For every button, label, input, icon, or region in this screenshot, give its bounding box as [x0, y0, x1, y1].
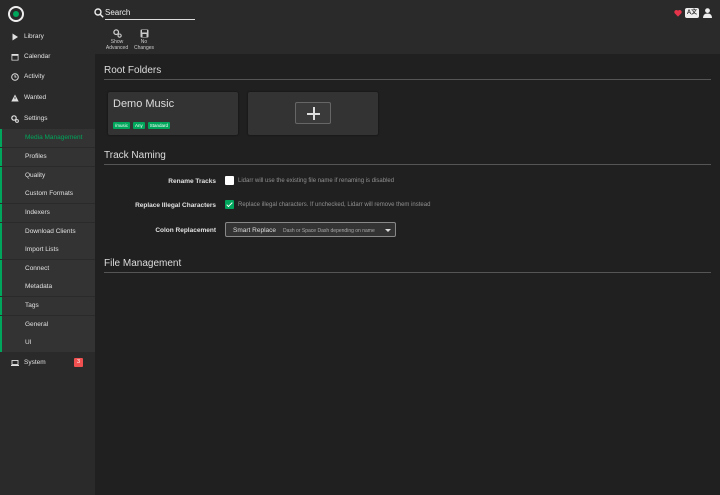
play-icon — [12, 33, 18, 41]
save-icon — [140, 29, 148, 38]
sidebar-item-settings[interactable]: Settings — [0, 109, 95, 129]
show-advanced-button[interactable]: Show Advanced — [102, 29, 132, 53]
language-icon[interactable]: A文 — [685, 8, 699, 18]
sidebar-item-system[interactable]: System 3 — [0, 353, 95, 373]
calendar-icon — [11, 54, 19, 61]
save-button[interactable]: No Changes — [129, 29, 159, 53]
rename-tracks-help: Lidarr will use the existing file name i… — [238, 178, 395, 184]
page-toolbar: Show Advanced No Changes — [95, 27, 720, 54]
colon-replacement-label: Colon Replacement — [155, 227, 216, 234]
sidebar-item-label: System — [24, 359, 46, 366]
status-badge: 3 — [74, 358, 83, 367]
colon-replacement-select[interactable]: Smart Replace Dash or Space Dash dependi… — [225, 222, 396, 237]
sidebar-sub-custom-formats[interactable]: Custom Formats — [0, 185, 95, 203]
root-folder-tags: /music Any Standard — [113, 122, 171, 129]
sidebar-sub-general[interactable]: General — [0, 316, 95, 334]
search-input[interactable] — [105, 5, 195, 20]
add-icon[interactable] — [295, 102, 331, 124]
sidebar-item-activity[interactable]: Activity — [0, 67, 95, 87]
replace-illegal-help: Replace illegal characters. If unchecked… — [238, 202, 431, 208]
sidebar-item-wanted[interactable]: Wanted — [0, 88, 95, 108]
select-hint: Dash or Space Dash depending on name — [283, 227, 375, 234]
sidebar-item-label: Library — [24, 33, 44, 40]
laptop-icon — [11, 360, 19, 366]
tag-path: /music — [113, 122, 131, 129]
track-naming-title: Track Naming — [104, 150, 711, 165]
tag-metadata: Standard — [147, 122, 171, 129]
gear-icon — [11, 115, 19, 123]
sidebar-sub-profiles[interactable]: Profiles — [0, 148, 95, 166]
sidebar-sub-metadata[interactable]: Metadata — [0, 278, 95, 296]
heart-icon[interactable] — [674, 9, 682, 17]
clock-icon — [11, 73, 19, 81]
lidarr-logo-icon[interactable] — [8, 6, 24, 22]
tag-quality: Any — [133, 122, 145, 129]
sidebar-item-label: Wanted — [24, 94, 47, 101]
sidebar-sub-connect[interactable]: Connect — [0, 260, 95, 278]
sidebar-sub-download-clients[interactable]: Download Clients — [0, 223, 95, 241]
sidebar-item-label: Activity — [24, 73, 45, 80]
sidebar-sub-quality[interactable]: Quality — [0, 167, 95, 185]
replace-illegal-checkbox[interactable] — [225, 200, 234, 209]
root-folders-title: Root Folders — [104, 65, 711, 80]
sidebar-sub-indexers[interactable]: Indexers — [0, 204, 95, 222]
main-content: Root Folders Demo Music /music Any Stand… — [95, 54, 720, 495]
warning-icon — [11, 94, 19, 102]
replace-illegal-label: Replace Illegal Characters — [135, 202, 216, 209]
search-icon — [94, 8, 104, 18]
sidebar-item-label: Settings — [24, 115, 48, 122]
user-icon[interactable] — [703, 8, 712, 18]
sidebar-item-label: Calendar — [24, 53, 51, 60]
add-root-folder-card[interactable] — [248, 92, 378, 135]
rename-tracks-checkbox[interactable] — [225, 176, 234, 185]
sidebar-sub-media-management[interactable]: Media Management — [0, 129, 95, 147]
sidebar-item-library[interactable]: Library — [0, 27, 95, 47]
sidebar-sub-tags[interactable]: Tags — [0, 297, 95, 315]
rename-tracks-label: Rename Tracks — [168, 178, 216, 185]
select-value: Smart Replace — [233, 227, 276, 234]
sidebar: Library Calendar Activity Wanted Setting… — [0, 27, 95, 495]
file-management-title: File Management — [104, 258, 711, 273]
sidebar-sub-ui[interactable]: UI — [0, 334, 95, 352]
root-folder-card[interactable]: Demo Music /music Any Standard — [108, 92, 238, 135]
sidebar-sub-import-lists[interactable]: Import Lists — [0, 241, 95, 259]
top-bar: A文 — [0, 0, 720, 27]
root-folder-name: Demo Music — [113, 98, 175, 110]
sidebar-item-calendar[interactable]: Calendar — [0, 47, 95, 67]
gears-icon — [112, 29, 122, 38]
chevron-down-icon — [385, 229, 391, 232]
